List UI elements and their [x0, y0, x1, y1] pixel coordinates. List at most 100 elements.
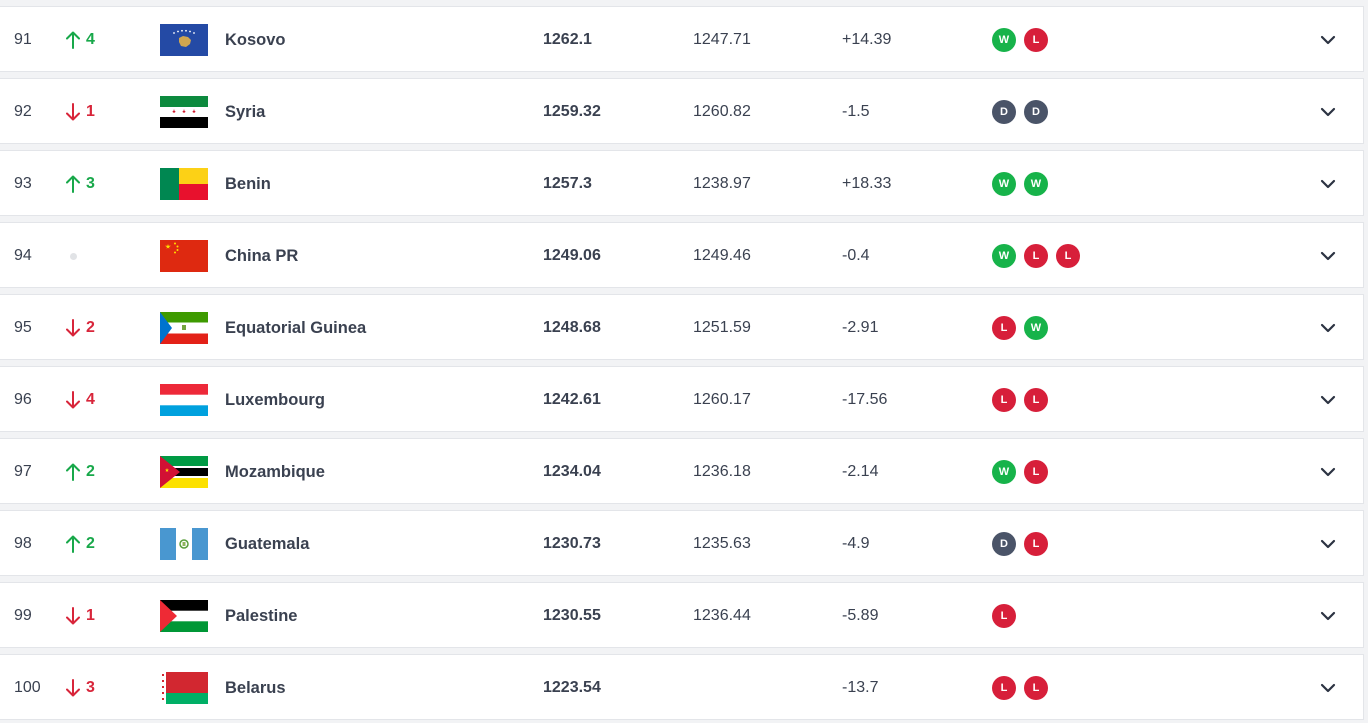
previous-points: 1260.17 [693, 391, 751, 408]
result-badge: L [992, 676, 1016, 700]
rank-number: 94 [14, 247, 32, 264]
recent-results: L [992, 583, 1016, 649]
flag-benin-icon [160, 151, 208, 217]
table-row[interactable]: 94 China PR 1249.06 1249.46 -0.4 W L L [0, 222, 1364, 288]
movement-value: 3 [86, 679, 95, 696]
table-row[interactable]: 92 1 Syria 1259.32 1260.82 -1.5 D D [0, 78, 1364, 144]
arrow-down-icon [66, 319, 80, 337]
ranking-table: 91 4 Kosovo 1262.1 1247.71 +14.39 W L 92 1 Syria 12… [0, 0, 1368, 723]
movement-value: 1 [86, 607, 95, 624]
points-difference: -5.89 [842, 607, 879, 624]
total-points: 1248.68 [543, 319, 601, 336]
total-points: 1230.73 [543, 535, 601, 552]
table-row[interactable]: 99 1 Palestine 1230.55 1236.44 -5.89 L [0, 582, 1364, 648]
movement-value: 2 [86, 463, 95, 480]
chevron-down-icon[interactable] [1320, 367, 1336, 433]
movement-value: 4 [86, 391, 95, 408]
recent-results: WL [992, 439, 1048, 505]
flag-luxembourg-icon [160, 367, 208, 433]
result-badge: L [1024, 388, 1048, 412]
flag-equatorial-guinea-icon [160, 295, 208, 361]
movement-value: 4 [86, 31, 95, 48]
country-name[interactable]: Guatemala [225, 511, 309, 577]
arrow-down-icon [66, 679, 80, 697]
rank-movement: 3 [66, 151, 95, 217]
result-badge: W [992, 244, 1016, 268]
total-points: 1230.55 [543, 607, 601, 624]
chevron-down-icon[interactable] [1320, 79, 1336, 145]
table-row[interactable]: 100 3 Belarus 1223.54 -13.7 L L [0, 654, 1364, 720]
arrow-up-icon [66, 463, 80, 481]
table-row[interactable]: 91 4 Kosovo 1262.1 1247.71 +14.39 W L [0, 6, 1364, 72]
result-badge: L [992, 388, 1016, 412]
recent-results: WLL [992, 223, 1080, 289]
previous-points: 1247.71 [693, 31, 751, 48]
rank-number: 100 [14, 679, 41, 696]
result-badge: D [992, 100, 1016, 124]
table-row[interactable]: 93 3 Benin 1257.3 1238.97 +18.33 W W [0, 150, 1364, 216]
rank-number: 93 [14, 175, 32, 192]
result-badge: W [992, 172, 1016, 196]
country-name[interactable]: Luxembourg [225, 367, 325, 433]
arrow-up-icon [66, 31, 80, 49]
result-badge: L [1024, 676, 1048, 700]
result-badge: W [992, 28, 1016, 52]
recent-results: DD [992, 79, 1048, 145]
result-badge: L [1024, 244, 1048, 268]
result-badge: L [1024, 460, 1048, 484]
result-badge: L [1056, 244, 1080, 268]
flag-syria-icon [160, 79, 208, 145]
country-name[interactable]: China PR [225, 223, 298, 289]
points-difference: -2.14 [842, 463, 879, 480]
table-row[interactable]: 98 2 Guatemala 1230.73 1235.63 -4.9 D L [0, 510, 1364, 576]
chevron-down-icon[interactable] [1320, 511, 1336, 577]
country-name[interactable]: Syria [225, 79, 265, 145]
rank-number: 92 [14, 103, 32, 120]
arrow-down-icon [66, 391, 80, 409]
chevron-down-icon[interactable] [1320, 295, 1336, 361]
recent-results: LL [992, 655, 1048, 721]
result-badge: W [1024, 316, 1048, 340]
chevron-down-icon[interactable] [1320, 151, 1336, 217]
rank-number: 91 [14, 31, 32, 48]
previous-points: 1235.63 [693, 535, 751, 552]
previous-points: 1251.59 [693, 319, 751, 336]
chevron-down-icon[interactable] [1320, 223, 1336, 289]
arrow-down-icon [66, 103, 80, 121]
table-row[interactable]: 97 2 Mozambique 1234.04 1236.18 -2.14 W L [0, 438, 1364, 504]
movement-value: 2 [86, 535, 95, 552]
result-badge: L [992, 316, 1016, 340]
previous-points: 1260.82 [693, 103, 751, 120]
points-difference: -0.4 [842, 247, 870, 264]
previous-points: 1236.18 [693, 463, 751, 480]
chevron-down-icon[interactable] [1320, 7, 1336, 73]
country-name[interactable]: Equatorial Guinea [225, 295, 366, 361]
flag-mozambique-icon [160, 439, 208, 505]
arrow-down-icon [66, 607, 80, 625]
no-change-icon [70, 252, 77, 260]
table-row[interactable]: 95 2 Equatorial Guinea 1248.68 1251.59 -2.91 L… [0, 294, 1364, 360]
total-points: 1262.1 [543, 31, 592, 48]
rank-movement: 1 [66, 583, 95, 649]
rank-movement: 1 [66, 79, 95, 145]
chevron-down-icon[interactable] [1320, 583, 1336, 649]
rank-number: 99 [14, 607, 32, 624]
rank-movement: 4 [66, 7, 95, 73]
table-row[interactable]: 96 4 Luxembourg 1242.61 1260.17 -17.56 L L [0, 366, 1364, 432]
arrow-up-icon [66, 535, 80, 553]
country-name[interactable]: Palestine [225, 583, 297, 649]
country-name[interactable]: Mozambique [225, 439, 325, 505]
recent-results: DL [992, 511, 1048, 577]
country-name[interactable]: Benin [225, 151, 271, 217]
rank-movement: 2 [66, 439, 95, 505]
rank-movement: 2 [66, 295, 95, 361]
chevron-down-icon[interactable] [1320, 655, 1336, 721]
country-name[interactable]: Belarus [225, 655, 286, 721]
country-name[interactable]: Kosovo [225, 7, 286, 73]
rank-number: 97 [14, 463, 32, 480]
total-points: 1234.04 [543, 463, 601, 480]
flag-china-icon [160, 223, 208, 289]
chevron-down-icon[interactable] [1320, 439, 1336, 505]
flag-guatemala-icon [160, 511, 208, 577]
total-points: 1257.3 [543, 175, 592, 192]
